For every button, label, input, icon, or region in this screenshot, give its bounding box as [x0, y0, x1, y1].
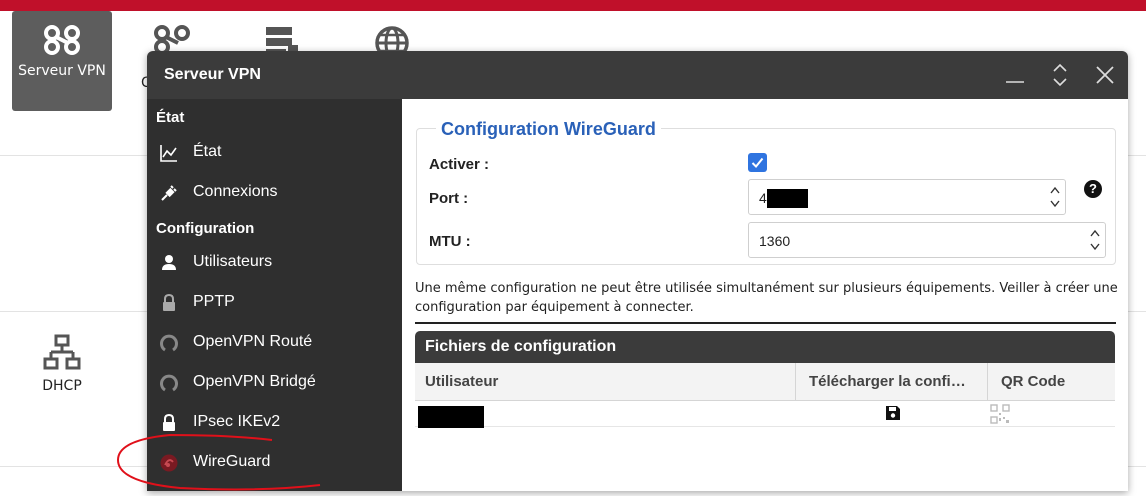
mtu-stepper[interactable] [1089, 226, 1101, 254]
sidebar-item-label: OpenVPN Bridgé [193, 373, 316, 390]
grid-title: Fichiers de configuration [425, 338, 617, 355]
sidebar-item-label: État [193, 143, 222, 160]
vpn-server-window: Serveur VPN État État Connexions Configu… [147, 51, 1128, 491]
window-title: Serveur VPN [164, 66, 261, 83]
user-icon [162, 255, 176, 270]
app-tile-vpn-server[interactable]: Serveur VPN [12, 11, 112, 111]
sidebar-section-state: État [156, 109, 185, 126]
qr-code-icon[interactable] [990, 404, 1010, 424]
config-legend: Configuration WireGuard [436, 119, 661, 140]
network-icon [43, 334, 81, 370]
sidebar-item-label: WireGuard [193, 453, 271, 470]
sidebar-item-ipsec-ikev2[interactable]: IPsec IKEv2 [147, 405, 402, 441]
config-note: Une même configuration ne peut être util… [415, 281, 1118, 315]
grid-header: Fichiers de configuration [415, 331, 1115, 363]
mtu-value: 1360 [759, 233, 791, 249]
enable-checkbox[interactable] [748, 153, 767, 172]
divider [415, 322, 1116, 324]
openvpn-icon [160, 334, 178, 352]
sidebar-item-label: Utilisateurs [193, 253, 273, 270]
help-icon[interactable]: ? [1084, 180, 1102, 198]
lock-icon [163, 413, 175, 431]
table-row[interactable] [415, 402, 1115, 428]
minimize-icon[interactable] [1003, 63, 1027, 87]
column-label: Utilisateur [425, 373, 499, 390]
grid-columns: Utilisateur Télécharger la confi… QR Cod… [415, 363, 1115, 401]
sidebar-item-label: IPsec IKEv2 [193, 413, 281, 430]
sidebar-item-pptp[interactable]: PPTP [147, 285, 402, 321]
sidebar-item-label: Connexions [193, 183, 278, 200]
floppy-disk-icon[interactable] [885, 405, 901, 421]
mtu-input[interactable]: 1360 [748, 222, 1106, 258]
content-panel: Configuration WireGuard Activer : Port :… [402, 99, 1128, 491]
sidebar-item-wireguard[interactable]: WireGuard [147, 445, 402, 481]
app-tile-label: DHCP [42, 378, 82, 394]
redaction [767, 189, 808, 208]
sidebar: État État Connexions Configuration Utili… [147, 99, 402, 491]
port-stepper[interactable] [1049, 183, 1061, 211]
sidebar-item-openvpn-bridged[interactable]: OpenVPN Bridgé [147, 365, 402, 401]
enable-label: Activer : [429, 156, 490, 173]
app-tile-dhcp[interactable]: DHCP [12, 320, 112, 420]
column-label: Télécharger la confi… [809, 373, 966, 390]
redaction [418, 406, 484, 428]
mtu-label: MTU : [429, 233, 471, 250]
column-download[interactable]: Télécharger la confi… [796, 363, 988, 401]
sidebar-item-openvpn-routed[interactable]: OpenVPN Routé [147, 325, 402, 361]
window-titlebar[interactable]: Serveur VPN [147, 51, 1128, 99]
top-accent-bar [0, 0, 1146, 11]
app-tile-label: Serveur VPN [18, 63, 106, 79]
column-user[interactable]: Utilisateur [415, 363, 796, 401]
port-label: Port : [429, 190, 469, 207]
port-input[interactable]: 4 [748, 179, 1066, 215]
plug-icon [161, 185, 177, 201]
maximize-icon[interactable] [1048, 63, 1072, 87]
column-qr[interactable]: QR Code [988, 363, 1115, 401]
sidebar-section-configuration: Configuration [156, 220, 255, 237]
sidebar-item-label: PPTP [193, 293, 235, 310]
openvpn-icon [160, 374, 178, 392]
sidebar-item-connections[interactable]: Connexions [147, 175, 402, 211]
chart-line-icon [160, 145, 177, 162]
check-icon [751, 157, 764, 168]
wireguard-icon [160, 454, 178, 472]
close-icon[interactable] [1093, 63, 1117, 87]
vpn-icon [44, 25, 80, 55]
lock-icon [163, 293, 175, 311]
port-value: 4 [759, 190, 767, 206]
config-files-grid: Fichiers de configuration Utilisateur Té… [415, 331, 1115, 491]
sidebar-item-label: OpenVPN Routé [193, 333, 313, 350]
sidebar-item-state[interactable]: État [147, 135, 402, 171]
sidebar-item-users[interactable]: Utilisateurs [147, 245, 402, 281]
column-label: QR Code [1001, 373, 1066, 390]
